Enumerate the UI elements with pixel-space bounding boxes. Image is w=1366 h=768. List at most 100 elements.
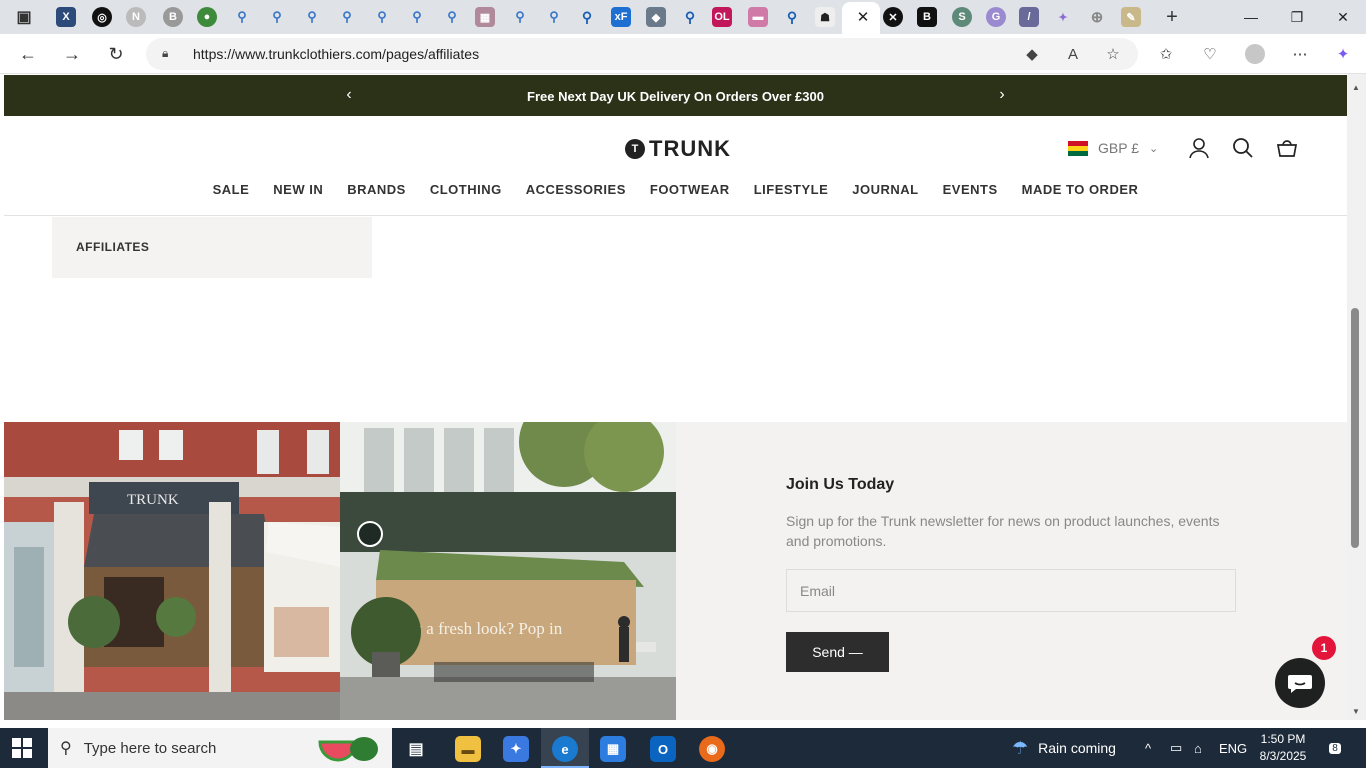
outlook-icon[interactable]: O	[650, 736, 676, 762]
nav-footwear[interactable]: FOOTWEAR	[650, 182, 730, 200]
tab-search-icon-1[interactable]: ⚲	[232, 7, 252, 27]
currency-label: GBP £	[1098, 140, 1139, 156]
nav-accessories[interactable]: ACCESSORIES	[526, 182, 626, 200]
tab-favicon-2[interactable]: ◎	[92, 7, 112, 27]
tab-search-icon-11[interactable]: ⚲	[680, 7, 700, 27]
microsoft-store-icon[interactable]: ▦	[600, 736, 626, 762]
language-indicator[interactable]: ENG	[1219, 728, 1247, 768]
copilot-app-icon[interactable]: ✦	[503, 736, 529, 762]
shopping-tag-icon[interactable]: ◆	[1022, 44, 1042, 64]
tab-favicon-10[interactable]: ▬	[748, 7, 768, 27]
tab-favicon-1[interactable]: X	[56, 7, 76, 27]
taskbar-search[interactable]: ⚲ Type here to search	[48, 728, 392, 768]
currency-selector[interactable]: GBP £ ⌄	[1068, 139, 1158, 157]
forward-button[interactable]: →	[60, 42, 84, 66]
nav-events[interactable]: EVENTS	[943, 182, 998, 200]
search-icon: ⚲	[60, 740, 72, 757]
address-url[interactable]: https://www.trunkclothiers.com/pages/aff…	[193, 46, 479, 62]
window-close-button[interactable]: ✕	[1320, 0, 1366, 34]
firefox-icon[interactable]: ◉	[699, 736, 725, 762]
account-icon[interactable]	[1187, 136, 1211, 160]
sidebar-item-affiliates[interactable]: AFFILIATES	[52, 217, 372, 278]
tab-favicon-17[interactable]: ✦	[1053, 7, 1073, 27]
refresh-button[interactable]: ↻	[104, 42, 128, 66]
read-aloud-icon[interactable]: A	[1063, 44, 1083, 64]
nav-sale[interactable]: SALE	[213, 182, 250, 200]
email-field[interactable]	[786, 569, 1236, 612]
task-view-icon[interactable]: ▤	[403, 736, 429, 762]
back-button[interactable]: ←	[16, 42, 40, 66]
scroll-down-icon[interactable]: ▼	[1351, 706, 1361, 716]
tab-search-icon-3[interactable]: ⚲	[302, 7, 322, 27]
active-tab-close-icon[interactable]: ✕	[853, 7, 873, 27]
search-icon[interactable]	[1231, 136, 1255, 160]
notification-count: 8	[1329, 742, 1341, 754]
screen: ▣ X ◎ N B ● ⚲ ⚲ ⚲ ⚲ ⚲ ⚲ ⚲ ▦ ⚲ ⚲ ⚲ xF ◆ ⚲…	[0, 0, 1366, 768]
nav-journal[interactable]: JOURNAL	[852, 182, 918, 200]
start-button[interactable]	[12, 738, 32, 758]
system-clock[interactable]: 1:50 PM 8/3/2025	[1255, 731, 1311, 765]
tab-favicon-16[interactable]: /	[1019, 7, 1039, 27]
file-explorer-icon[interactable]: ▬	[455, 736, 481, 762]
tab-search-icon-5[interactable]: ⚲	[372, 7, 392, 27]
tab-favicon-3[interactable]: N	[126, 7, 146, 27]
umbrella-icon: ☂	[1012, 737, 1029, 758]
tray-overflow-icon[interactable]: ^	[1145, 728, 1151, 768]
meet-now-icon[interactable]: ▭	[1170, 728, 1182, 768]
announcement-next-icon[interactable]: ›	[994, 85, 1010, 105]
tab-favicon-11[interactable]: ☗	[815, 7, 835, 27]
tab-favicon-14[interactable]: S	[952, 7, 972, 27]
newsletter-section: TRUNK cy a fresh look? Pop in Join Us To…	[4, 422, 1347, 720]
edge-browser-icon[interactable]: e	[552, 736, 578, 762]
tab-actions-icon[interactable]: ▣	[14, 7, 34, 27]
page-scrollbar[interactable]: ▲ ▼	[1347, 74, 1366, 720]
tab-favicon-15[interactable]: G	[986, 7, 1006, 27]
site-info-icon[interactable]: 🔒︎	[162, 46, 178, 62]
copilot-icon[interactable]: ✦	[1333, 44, 1353, 64]
nav-new-in[interactable]: NEW IN	[273, 182, 323, 200]
tab-search-icon-6[interactable]: ⚲	[407, 7, 427, 27]
tab-globe-icon[interactable]: ⊕	[1087, 7, 1107, 27]
chat-button[interactable]	[1275, 658, 1325, 708]
new-tab-button[interactable]: +	[1160, 5, 1184, 29]
send-button[interactable]: Send —	[786, 632, 889, 672]
tab-favicon-4[interactable]: B	[163, 7, 183, 27]
announcement-text: Free Next Day UK Delivery On Orders Over…	[527, 89, 824, 104]
main-navigation: SALE NEW IN BRANDS CLOTHING ACCESSORIES …	[4, 182, 1347, 200]
settings-more-icon[interactable]: ⋯	[1290, 44, 1310, 64]
site-logo[interactable]: T TRUNK	[625, 136, 731, 162]
nav-clothing[interactable]: CLOTHING	[430, 182, 502, 200]
network-icon[interactable]: ⌂	[1194, 728, 1202, 768]
tab-favicon-8[interactable]: ◆	[646, 7, 666, 27]
tab-search-icon-9[interactable]: ⚲	[544, 7, 564, 27]
tab-favicon-12[interactable]: ✕	[883, 7, 903, 27]
tab-search-icon-8[interactable]: ⚲	[510, 7, 530, 27]
nav-brands[interactable]: BRANDS	[347, 182, 406, 200]
cart-basket-icon[interactable]	[1275, 136, 1299, 160]
tab-favicon-13[interactable]: B	[917, 7, 937, 27]
weather-widget[interactable]: ☂ Rain coming	[1012, 728, 1116, 768]
sidebar-item-label: AFFILIATES	[76, 240, 150, 254]
tab-favicon-9[interactable]: OL	[712, 7, 732, 27]
tab-favicon-18[interactable]: ✎	[1121, 7, 1141, 27]
nav-lifestyle[interactable]: LIFESTYLE	[754, 182, 829, 200]
tab-search-icon-12[interactable]: ⚲	[782, 7, 802, 27]
profile-avatar[interactable]	[1245, 44, 1265, 64]
favorite-star-icon[interactable]: ☆	[1103, 44, 1123, 64]
tab-favicon-6[interactable]: ▦	[475, 7, 495, 27]
maximize-button[interactable]: ❐	[1274, 0, 1320, 34]
tab-favicon-7[interactable]: xF	[611, 7, 631, 27]
tab-search-icon-2[interactable]: ⚲	[267, 7, 287, 27]
tab-favicon-5[interactable]: ●	[197, 7, 217, 27]
tab-search-icon-10[interactable]: ⚲	[577, 7, 597, 27]
tab-search-icon-7[interactable]: ⚲	[442, 7, 462, 27]
notification-center-icon[interactable]: 8	[1322, 738, 1348, 758]
browser-essentials-icon[interactable]: ♡	[1200, 44, 1220, 64]
tab-search-icon-4[interactable]: ⚲	[337, 7, 357, 27]
scrollbar-thumb[interactable]	[1351, 308, 1359, 548]
scroll-up-icon[interactable]: ▲	[1351, 82, 1361, 92]
address-bar[interactable]: 🔒︎ https://www.trunkclothiers.com/pages/…	[146, 38, 1138, 70]
nav-made-to-order[interactable]: MADE TO ORDER	[1022, 182, 1139, 200]
favorites-icon[interactable]: ✩	[1156, 44, 1176, 64]
minimize-button[interactable]: —	[1228, 0, 1274, 34]
